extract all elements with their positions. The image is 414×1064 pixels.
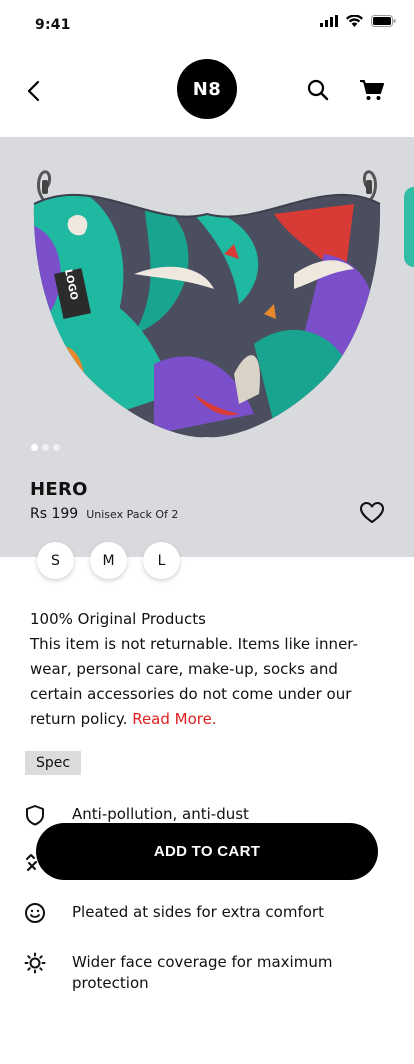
size-selector: S M L [37, 542, 180, 579]
price-row: Rs 199 Unisex Pack Of 2 [30, 506, 178, 522]
signal-icon [320, 15, 338, 27]
product-hero: LOGO HERO Rs 199 Unisex Pack Of 2 S M L [0, 137, 414, 579]
feature-text: Wider face coverage for maximum protecti… [72, 953, 333, 992]
chevron-left-icon [27, 80, 40, 102]
battery-icon [371, 15, 396, 27]
size-option-l[interactable]: L [143, 542, 180, 579]
description-body: This item is not returnable. Items like … [30, 632, 375, 732]
feature-text: Pleated at sides for extra comfort [72, 903, 324, 921]
back-button[interactable] [22, 78, 48, 104]
product-pack-info: Unisex Pack Of 2 [86, 508, 179, 521]
description-heading: 100% Original Products [30, 610, 206, 628]
next-image-peek [404, 187, 414, 267]
cart-button[interactable] [358, 77, 386, 103]
search-icon [307, 79, 329, 101]
wishlist-button[interactable] [359, 501, 385, 525]
shield-icon [26, 805, 44, 826]
brand-logo[interactable]: N8 [177, 59, 237, 119]
face-mask-image[interactable]: LOGO [24, 164, 390, 440]
feature-item: Pleated at sides for extra comfort [24, 902, 342, 924]
carousel-dot[interactable] [42, 444, 49, 451]
size-option-m[interactable]: M [90, 542, 127, 579]
feature-item: Wider face coverage for maximum protecti… [24, 952, 342, 994]
read-more-link[interactable]: Read More. [132, 710, 216, 728]
status-time: 9:41 [35, 17, 71, 33]
product-price: Rs 199 [30, 506, 79, 522]
add-to-cart-button[interactable]: ADD TO CART [36, 823, 378, 880]
size-option-s[interactable]: S [37, 542, 74, 579]
smile-icon [25, 903, 45, 923]
feature-text: Anti-pollution, anti-dust [72, 805, 249, 823]
sun-icon [24, 952, 46, 974]
heart-icon [360, 502, 384, 523]
search-button[interactable] [305, 77, 331, 103]
carousel-indicator [31, 444, 60, 451]
cart-icon [360, 80, 384, 100]
carousel-dot[interactable] [31, 444, 38, 451]
product-description: 100% Original Products This item is not … [30, 607, 375, 732]
status-icons [320, 15, 396, 27]
wifi-icon [346, 15, 363, 27]
product-title: HERO [30, 479, 88, 500]
carousel-dot[interactable] [53, 444, 60, 451]
spec-tag: Spec [25, 751, 81, 775]
